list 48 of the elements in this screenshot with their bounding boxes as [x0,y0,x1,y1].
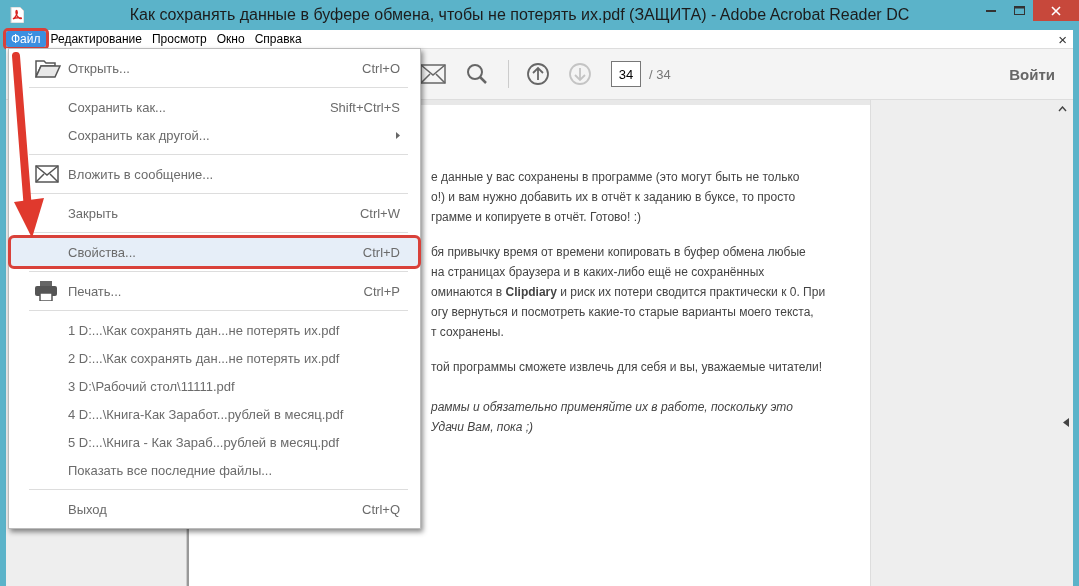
document-text-line: е данные у вас сохранены в программе (это могут быть не только [431,169,801,186]
search-icon[interactable] [466,63,488,85]
close-document-button[interactable]: × [1052,30,1073,48]
sign-in-button[interactable]: Войти [1003,64,1061,84]
minimize-icon [986,9,996,12]
close-icon [1051,5,1061,16]
menu-bar-item[interactable]: Файл [6,31,46,47]
menu-item[interactable]: 4 D:...\Книга-Как Заработ...рублей в месяц.pdf [11,400,418,428]
printer-icon [35,281,57,301]
menu-item[interactable]: Печать... Ctrl+P [11,277,418,305]
menu-item[interactable]: 3 D:\Рабочий стол\11111.pdf [11,372,418,400]
window-title: Как сохранять данные в буфере обмена, чтобы не потерять их.pdf (ЗАЩИТА) - Adobe Acrobat Reader DC [128,6,911,24]
document-text-line: той программы сможете извлечь для себя и вы, уважаемые читатели! [431,359,824,376]
menu-item[interactable]: Сохранить как другой... [11,121,418,149]
pdf-app-icon [10,7,24,23]
menu-item[interactable]: Выход Ctrl+Q [11,495,418,523]
maximize-icon [1013,6,1025,15]
menu-bar-item[interactable]: Редактирование [45,31,147,47]
folder-icon [35,58,61,78]
page-count: / 34 [649,66,671,82]
menu-item[interactable]: Показать все последние файлы... [11,456,418,484]
document-text-line: раммы и обязательно применяйте их в работе, поскольку это [431,399,794,416]
menu-item[interactable]: 2 D:...\Как сохранять дан...не потерять их.pdf [11,344,418,372]
menu-item[interactable]: Закрыть Ctrl+W [11,199,418,227]
menu-item[interactable]: Сохранить как... Shift+Ctrl+S [11,93,418,121]
menu-item[interactable]: Свойства... Ctrl+D [11,238,418,266]
document-text-line: на страницах браузера и в каких-либо ещё не сохранённых [431,264,766,281]
document-text-line: грамме и копируете в отчёт. Готово! :) [431,209,642,226]
previous-page-icon[interactable] [527,63,549,85]
expand-panel-icon[interactable] [1063,418,1069,427]
page-number-field[interactable]: 34 [611,61,641,87]
collapse-up-icon[interactable] [1058,106,1067,112]
document-text-line: бя привычку время от времени копировать в буфер обмена любые [431,244,807,261]
menu-bar-item[interactable]: Справка [249,31,307,47]
menu-bar-item[interactable]: Окно [211,31,250,47]
document-text-line: т сохранены. [431,324,505,341]
menu-bar-item[interactable]: Просмотр [146,31,212,47]
document-text-line: о!) и вам нужно добавить их в отчёт к заданию в буксе, то просто [431,189,797,206]
menu-item[interactable]: 5 D:...\Книга - Как Зараб...рублей в месяц.pdf [11,428,418,456]
mail-icon [35,165,59,183]
mail-icon[interactable] [420,64,446,84]
menu-item[interactable]: 1 D:...\Как сохранять дан...не потерять их.pdf [11,316,418,344]
document-text-line: огу вернуться и посмотреть какие-то старые варианты моего текста, [431,304,815,321]
menu-item[interactable]: Открыть... Ctrl+O [11,54,418,82]
document-text-line: оминаются в Clipdiary и риск их потери сводится практически к 0. При [431,284,827,301]
menu-item[interactable]: Вложить в сообщение... [11,160,418,188]
document-text-line: Удачи Вам, пока ;) [431,419,535,436]
close-button[interactable] [1033,0,1079,21]
